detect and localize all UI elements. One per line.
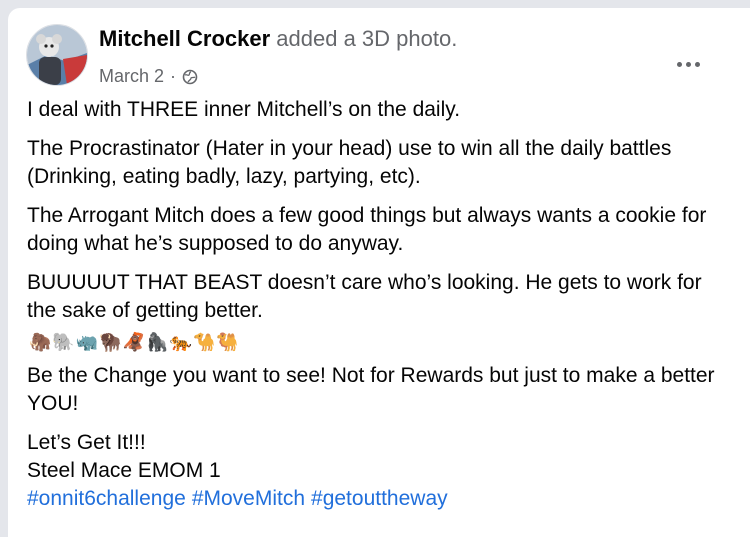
hashtag-link[interactable]: #getouttheway [311, 487, 448, 510]
post-paragraph: The Procrastinator (Hater in your head) … [27, 137, 672, 188]
bison-emoji: 🦬 [99, 332, 122, 352]
rhinoceros-emoji: 🦏 [75, 332, 99, 352]
mammoth-emoji: 🦣 [29, 332, 52, 352]
post-title: Mitchell Crocker added a 3D photo. [99, 26, 457, 52]
more-options-icon[interactable] [668, 50, 708, 78]
closing-block: Let’s Get It!!! Steel Mace EMOM 1 #onnit… [27, 429, 727, 513]
post-paragraph: I deal with THREE inner Mitchell’s on th… [27, 98, 461, 121]
post-paragraph: Be the Change you want to see! Not for R… [27, 364, 715, 415]
post-meta: March 2 · [99, 66, 198, 87]
tiger-emoji: 🐅 [169, 332, 192, 352]
post-body: I deal with THREE inner Mitchell’s on th… [27, 96, 727, 517]
emoji-row: 🦣 🐘 🦏 🦬 🦧 🦍 🐅 🐪 🐫 [29, 330, 727, 354]
orangutan-emoji: 🦧 [122, 332, 146, 352]
meta-separator: · [170, 66, 177, 86]
post-paragraph: BUUUUUT THAT BEAST doesn’t care who’s lo… [27, 271, 702, 322]
elephant-emoji: 🐘 [52, 332, 75, 352]
hashtag-line: #onnit6challenge #MoveMitch #getouttheway [27, 485, 727, 513]
post-paragraph: The Arrogant Mitch does a few good thing… [27, 204, 707, 255]
closing-line: Steel Mace EMOM 1 [27, 459, 221, 482]
camel-emoji: 🐪 [192, 332, 216, 352]
globe-icon[interactable] [182, 69, 198, 85]
hashtag-link[interactable]: #MoveMitch [192, 487, 305, 510]
post-action: added a 3D photo. [276, 26, 458, 51]
hashtag-link[interactable]: #onnit6challenge [27, 487, 186, 510]
avatar[interactable] [26, 24, 88, 86]
two-hump-camel-emoji: 🐫 [216, 332, 239, 352]
gorilla-emoji: 🦍 [146, 332, 169, 352]
author-name[interactable]: Mitchell Crocker [99, 26, 270, 51]
closing-line: Let’s Get It!!! [27, 431, 146, 454]
post-date[interactable]: March 2 [99, 66, 164, 87]
post-header: Mitchell Crocker added a 3D photo. March… [26, 22, 726, 92]
post-card: Mitchell Crocker added a 3D photo. March… [8, 8, 750, 537]
